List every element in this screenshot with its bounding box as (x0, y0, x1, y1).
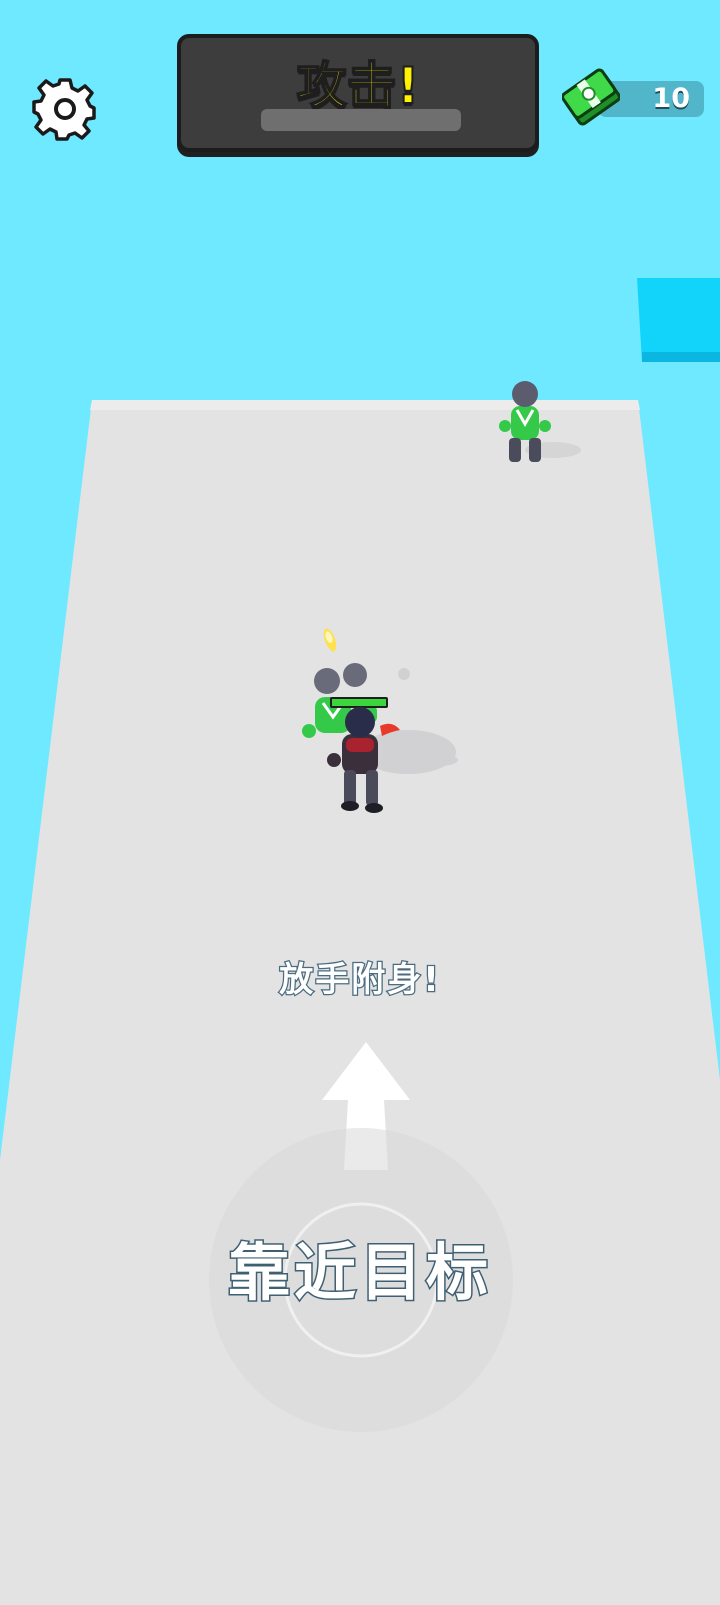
banner-title: 攻击! (296, 56, 421, 116)
currency-value: 10 (652, 83, 690, 114)
objective-progress-bar (261, 109, 461, 131)
floating-platform (637, 278, 720, 362)
cash-bundle-icon (561, 66, 621, 128)
release-hint-text: 放手附身! (278, 959, 441, 1002)
objective-banner: 攻击! (177, 34, 539, 152)
enemy-health-bar (330, 697, 388, 708)
gear-icon (32, 78, 96, 141)
settings-button[interactable] (32, 76, 98, 142)
approach-target-label: 靠近目标 (226, 1235, 492, 1311)
